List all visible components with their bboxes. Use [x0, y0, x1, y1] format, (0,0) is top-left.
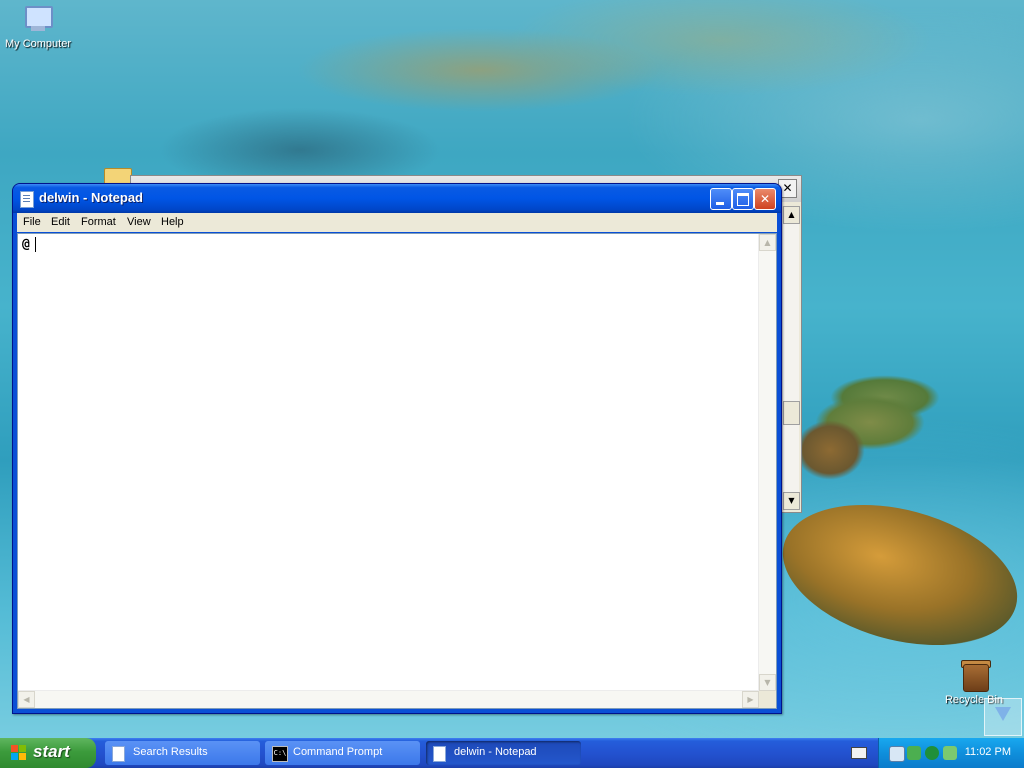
update-icon[interactable]	[925, 746, 939, 760]
notepad-window: delwin - Notepad ✕ File Edit Format View…	[12, 183, 782, 714]
recycle-bin-icon	[957, 660, 991, 692]
taskbar: start Search Results C:\ Command Prompt …	[0, 738, 1024, 768]
maximize-button[interactable]	[732, 188, 754, 210]
horizontal-scrollbar[interactable]: ◀ ▶	[18, 690, 759, 708]
start-label: start	[33, 742, 70, 761]
taskbar-item-notepad[interactable]: delwin - Notepad	[426, 741, 581, 765]
window-title: delwin - Notepad	[39, 190, 143, 205]
scroll-thumb[interactable]	[783, 401, 800, 425]
menu-help[interactable]: Help	[161, 216, 184, 228]
start-button[interactable]: start	[0, 738, 96, 768]
menu-bar: File Edit Format View Help	[17, 213, 777, 232]
desktop-wallpaper-starfish	[795, 420, 865, 480]
text-editor-area[interactable]: @ ▲ ▼ ◀ ▶	[17, 233, 777, 709]
scroll-down-icon[interactable]: ▼	[759, 674, 776, 691]
menu-view[interactable]: View	[127, 216, 151, 228]
notepad-icon[interactable]	[20, 191, 34, 208]
notepad-titlebar[interactable]: delwin - Notepad ✕	[13, 184, 781, 213]
taskbar-item-command-prompt[interactable]: C:\ Command Prompt	[265, 741, 420, 765]
keyboard-icon[interactable]	[851, 747, 867, 759]
taskbar-item-label: delwin - Notepad	[454, 746, 537, 758]
desktop-icon-label: My Computer	[4, 38, 72, 50]
system-tray: 11:02 PM	[878, 738, 1024, 768]
close-button[interactable]: ✕	[754, 188, 776, 210]
show-desktop-icon[interactable]	[984, 698, 1022, 736]
taskbar-item-label: Command Prompt	[293, 746, 383, 758]
security-icon[interactable]	[907, 746, 921, 760]
volume-icon[interactable]	[943, 746, 957, 760]
clock[interactable]: 11:02 PM	[965, 746, 1011, 758]
background-window-scrollbar[interactable]: ▲ ▼	[782, 206, 800, 510]
scroll-right-icon[interactable]: ▶	[742, 691, 759, 708]
taskbar-item-search-results[interactable]: Search Results	[105, 741, 260, 765]
command-prompt-icon: C:\	[272, 746, 288, 762]
scroll-left-icon[interactable]: ◀	[18, 691, 35, 708]
menu-file[interactable]: File	[23, 216, 41, 228]
vertical-scrollbar[interactable]: ▲ ▼	[758, 234, 776, 691]
folder-icon	[104, 168, 132, 184]
notepad-icon	[433, 746, 446, 762]
desktop-icon-my-computer[interactable]: My Computer	[0, 4, 76, 50]
document-text[interactable]: @	[22, 237, 30, 252]
minimize-button[interactable]	[710, 188, 732, 210]
computer-icon	[21, 4, 55, 36]
search-results-icon	[112, 746, 125, 762]
text-caret	[35, 237, 36, 252]
network-icon[interactable]	[889, 746, 905, 762]
menu-format[interactable]: Format	[81, 216, 116, 228]
desktop-wallpaper-starfish	[767, 481, 1024, 669]
windows-logo-icon	[11, 745, 27, 761]
scroll-up-icon[interactable]: ▲	[759, 234, 776, 251]
scroll-up-icon[interactable]: ▲	[783, 206, 800, 224]
scroll-down-icon[interactable]: ▼	[783, 492, 800, 510]
size-grip[interactable]	[759, 691, 776, 708]
taskbar-item-label: Search Results	[133, 746, 208, 758]
menu-edit[interactable]: Edit	[51, 216, 70, 228]
